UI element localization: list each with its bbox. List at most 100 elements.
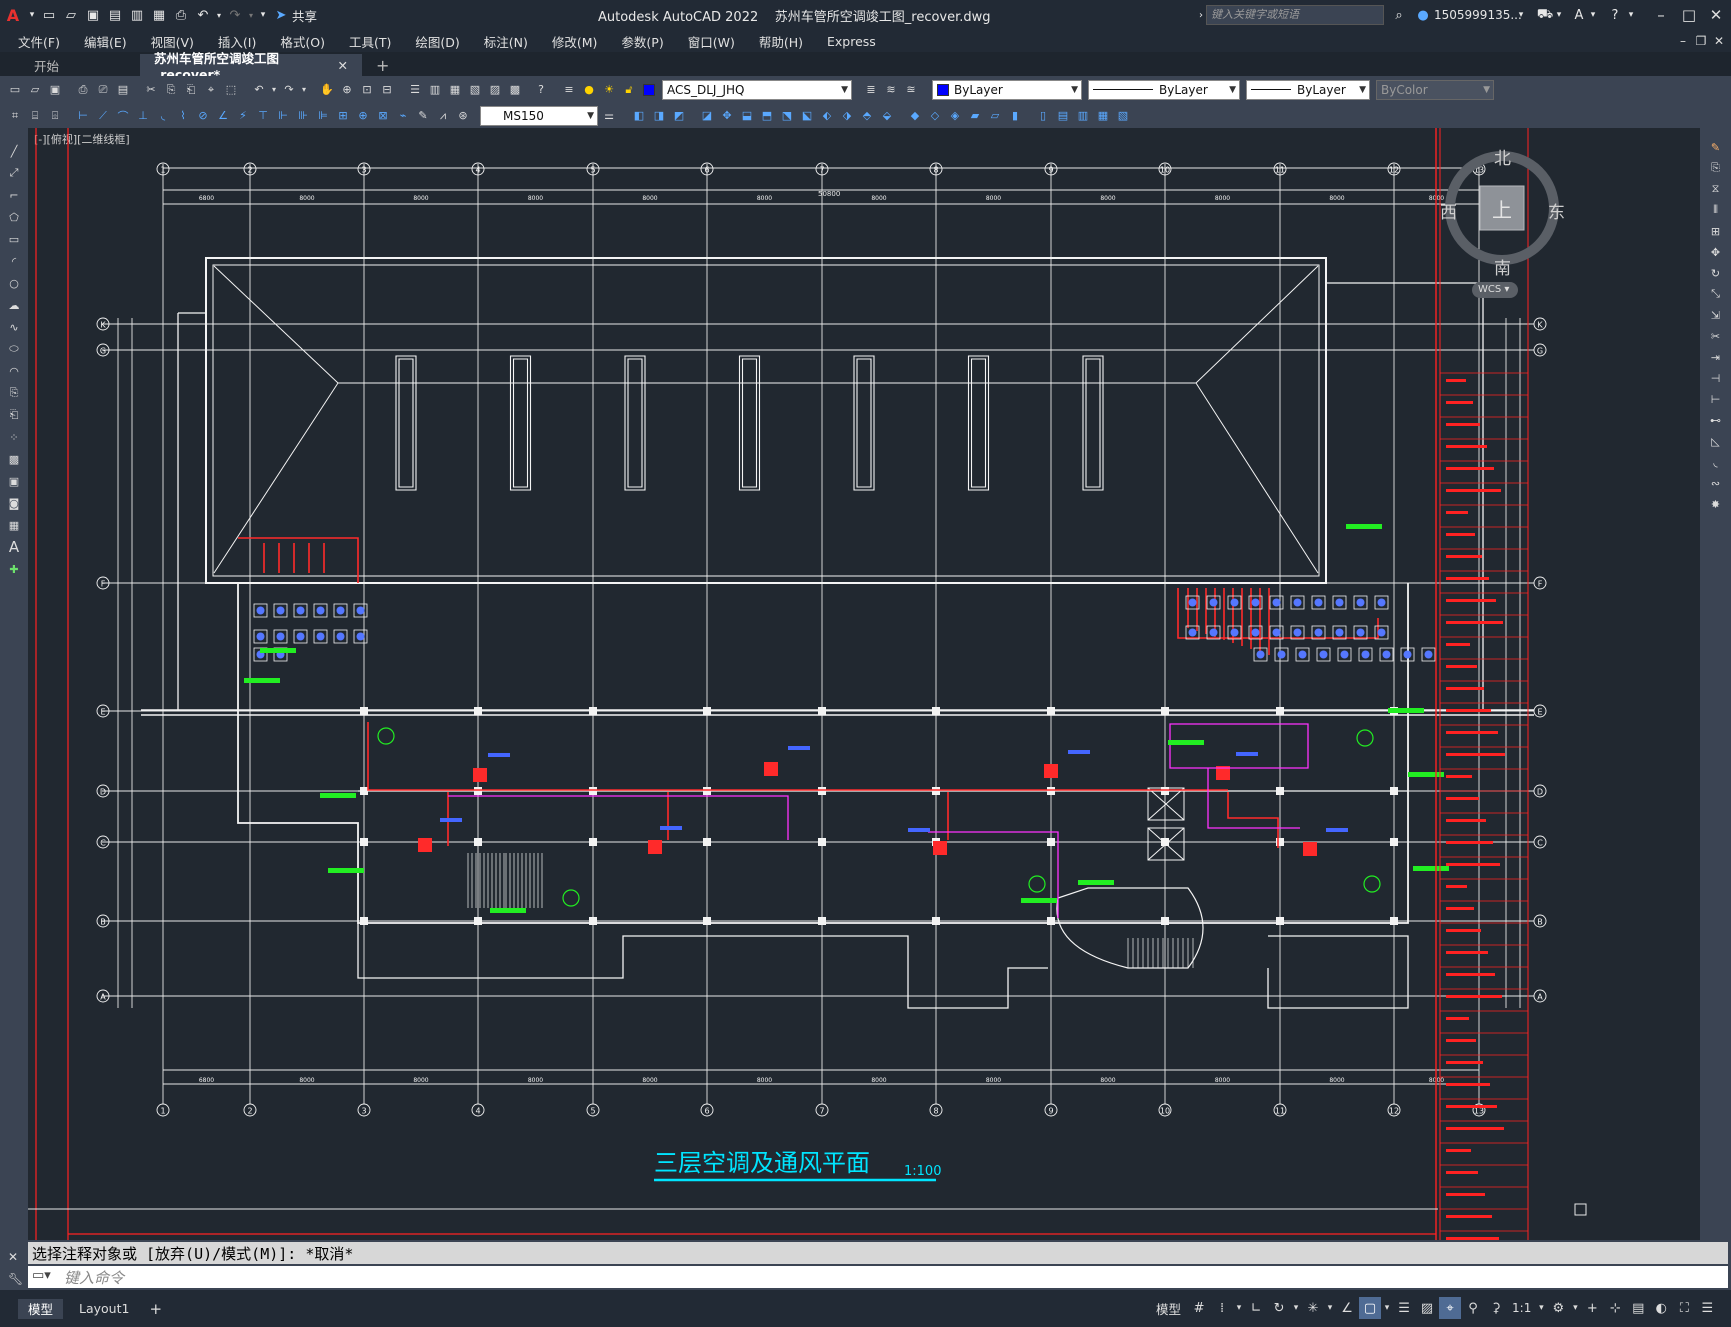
undo-tool-icon[interactable]: ↶ bbox=[250, 81, 268, 99]
continue-dim-icon[interactable]: ⊩ bbox=[274, 107, 292, 125]
calculator-icon[interactable]: ▩ bbox=[506, 81, 524, 99]
copy-object-icon[interactable]: ⎘ bbox=[1707, 159, 1725, 177]
insert-block-icon[interactable]: ▯ bbox=[1034, 107, 1052, 125]
redo-dropdown-icon[interactable]: ▾ bbox=[246, 4, 256, 26]
close-icon[interactable]: ✕ bbox=[1703, 2, 1729, 28]
mirror-icon[interactable]: ⧖ bbox=[1707, 180, 1725, 198]
plotstyle-dropdown[interactable]: ByColor ▼ bbox=[1376, 79, 1494, 100]
block-editor-icon[interactable]: ⬚ bbox=[222, 81, 240, 99]
add-layout-button[interactable]: + bbox=[139, 1299, 172, 1319]
menu-parametric[interactable]: 参数(P) bbox=[609, 32, 675, 51]
layer-lock-icon[interactable]: 🔓︎ bbox=[620, 81, 638, 99]
snap-icon[interactable]: ⁞ bbox=[1211, 1297, 1233, 1319]
tab-close-icon[interactable]: ✕ bbox=[338, 58, 348, 73]
cut-icon[interactable]: ✂ bbox=[142, 81, 160, 99]
fillet-icon[interactable]: ◟ bbox=[1707, 453, 1725, 471]
extend-icon[interactable]: ⇥ bbox=[1707, 348, 1725, 366]
modify-explode-icon[interactable]: ◈ bbox=[946, 107, 964, 125]
chamfer-icon[interactable]: ◺ bbox=[1707, 432, 1725, 450]
tab-layout1[interactable]: Layout1 bbox=[69, 1299, 139, 1319]
linear-dim-icon[interactable]: ⊢ bbox=[74, 107, 92, 125]
construction-line-icon[interactable]: ⤢ bbox=[5, 164, 23, 182]
a360-dropdown-icon[interactable]: ▾ bbox=[1587, 4, 1599, 26]
undo-icon[interactable]: ↶ bbox=[192, 4, 214, 26]
layer-thaw-icon[interactable]: ☀ bbox=[600, 81, 618, 99]
ordinate-dim-icon[interactable]: ⊥ bbox=[134, 107, 152, 125]
erase-icon[interactable]: ✎ bbox=[1707, 138, 1725, 156]
units-icon[interactable]: ⊹ bbox=[1604, 1297, 1626, 1319]
publish-file-icon[interactable]: ▤ bbox=[114, 81, 132, 99]
point-icon[interactable]: ⁘ bbox=[5, 428, 23, 446]
modify-offset-icon[interactable]: ◪ bbox=[698, 107, 716, 125]
polar-icon[interactable]: ↻ bbox=[1268, 1297, 1290, 1319]
rectangle-icon[interactable]: ▭ bbox=[5, 230, 23, 248]
annotation-visibility-icon[interactable]: ⚲ bbox=[1462, 1297, 1484, 1319]
clean-screen-icon[interactable]: ⛶ bbox=[1673, 1297, 1695, 1319]
dim-override-icon[interactable]: ⌹ bbox=[46, 107, 64, 125]
join-icon[interactable]: ⊷ bbox=[1707, 411, 1725, 429]
maximize-icon[interactable]: □ bbox=[1676, 2, 1702, 28]
paste-icon[interactable]: ⎗ bbox=[182, 81, 200, 99]
polar-dropdown-icon[interactable]: ▾ bbox=[1291, 1297, 1301, 1319]
modify-mirror-icon[interactable]: ◩ bbox=[670, 107, 688, 125]
command-input[interactable]: ▭▾ 键入命令 bbox=[28, 1266, 1728, 1288]
dim-update-icon[interactable]: ⌗ bbox=[6, 107, 24, 125]
dim-edit-icon[interactable]: ✎ bbox=[414, 107, 432, 125]
table-icon[interactable]: ▦ bbox=[5, 516, 23, 534]
ungroup-icon[interactable]: ▮ bbox=[1006, 107, 1024, 125]
command-close-icon[interactable]: ✕ bbox=[8, 1250, 18, 1264]
rotate-icon[interactable]: ↻ bbox=[1707, 264, 1725, 282]
dim-text-edit-icon[interactable]: ⩘ bbox=[434, 107, 452, 125]
modify-fillet-icon[interactable]: ◇ bbox=[926, 107, 944, 125]
modify-extend-icon[interactable]: ⬗ bbox=[838, 107, 856, 125]
dim-break-icon[interactable]: ⊫ bbox=[314, 107, 332, 125]
compass-east[interactable]: 东 bbox=[1548, 198, 1565, 223]
search-icon[interactable]: ⌕ bbox=[1388, 4, 1410, 26]
modify-move-icon[interactable]: ⬓ bbox=[738, 107, 756, 125]
tab-model[interactable]: 模型 bbox=[18, 1298, 64, 1319]
arc-icon[interactable]: ◜ bbox=[5, 252, 23, 270]
tolerance-icon[interactable]: ⊞ bbox=[334, 107, 352, 125]
workspace-dropdown-icon[interactable]: ▾ bbox=[1570, 1297, 1580, 1319]
selection-cycling-icon[interactable]: ⌖ bbox=[1439, 1297, 1462, 1319]
line-icon[interactable]: ╱ bbox=[5, 142, 23, 160]
markup-icon[interactable]: ▨ bbox=[486, 81, 504, 99]
compass-west[interactable]: 西 bbox=[1440, 198, 1457, 223]
dim-reassoc-icon[interactable]: ⊛ bbox=[454, 107, 472, 125]
doc-close-icon[interactable]: ✕ bbox=[1706, 30, 1731, 52]
viewcube-top-face[interactable]: 上 bbox=[1492, 194, 1512, 223]
menu-help[interactable]: 帮助(H) bbox=[747, 32, 815, 51]
underlay-icon[interactable]: ▧ bbox=[1114, 107, 1132, 125]
design-center-icon[interactable]: ▥ bbox=[426, 81, 444, 99]
array-icon[interactable]: ⊞ bbox=[1707, 222, 1725, 240]
sheet-icon[interactable]: ▦ bbox=[148, 4, 170, 26]
linetype-dropdown[interactable]: ByLayer ▼ bbox=[1088, 79, 1240, 100]
snap-dropdown-icon[interactable]: ▾ bbox=[1234, 1297, 1244, 1319]
group-icon[interactable]: ▱ bbox=[986, 107, 1004, 125]
dim-style-icon[interactable]: ⌸ bbox=[26, 107, 44, 125]
lineweight-toggle-icon[interactable]: ☰ bbox=[1393, 1297, 1415, 1319]
offset-icon[interactable]: ⫴ bbox=[1707, 201, 1725, 219]
customize-dropdown-icon[interactable]: ▾ bbox=[256, 4, 270, 26]
drawing-canvas[interactable]: [-][俯视][二维线框] 1 1 2 2 3 3 4 4 5 5 6 6 7 7 8 8 9 9 10 10 11 11… bbox=[28, 128, 1700, 1240]
auto-scale-icon[interactable]: ⚳ bbox=[1485, 1297, 1507, 1319]
matchprop-icon[interactable]: ⌖ bbox=[202, 81, 220, 99]
new-tab-button[interactable]: + bbox=[362, 54, 403, 76]
saveas-icon[interactable]: ▤ bbox=[104, 4, 126, 26]
hatch-icon[interactable]: ▩ bbox=[5, 450, 23, 468]
jogged-dim-icon[interactable]: ⌇ bbox=[174, 107, 192, 125]
textstyle-dropdown[interactable]: MS150 ▼ bbox=[480, 105, 598, 126]
aligned-dim-icon[interactable]: ⟋ bbox=[94, 107, 112, 125]
polyline-icon[interactable]: ⌐ bbox=[5, 186, 23, 204]
layer-on-icon[interactable]: ● bbox=[580, 81, 598, 99]
menu-modify[interactable]: 修改(M) bbox=[540, 32, 610, 51]
qnew-icon[interactable]: ▭ bbox=[6, 81, 24, 99]
menu-dimension[interactable]: 标注(N) bbox=[472, 32, 540, 51]
transparency-icon[interactable]: ▨ bbox=[1416, 1297, 1438, 1319]
menu-express[interactable]: Express bbox=[815, 34, 888, 49]
layer-dropdown[interactable]: ACS_DLJ_JHQ ▼ bbox=[662, 79, 852, 100]
menu-file[interactable]: 文件(F) bbox=[0, 32, 72, 51]
radius-dim-icon[interactable]: ◟ bbox=[154, 107, 172, 125]
user-dropdown-icon[interactable]: ▾ bbox=[1515, 4, 1527, 26]
compass-south[interactable]: 南 bbox=[1494, 254, 1511, 279]
